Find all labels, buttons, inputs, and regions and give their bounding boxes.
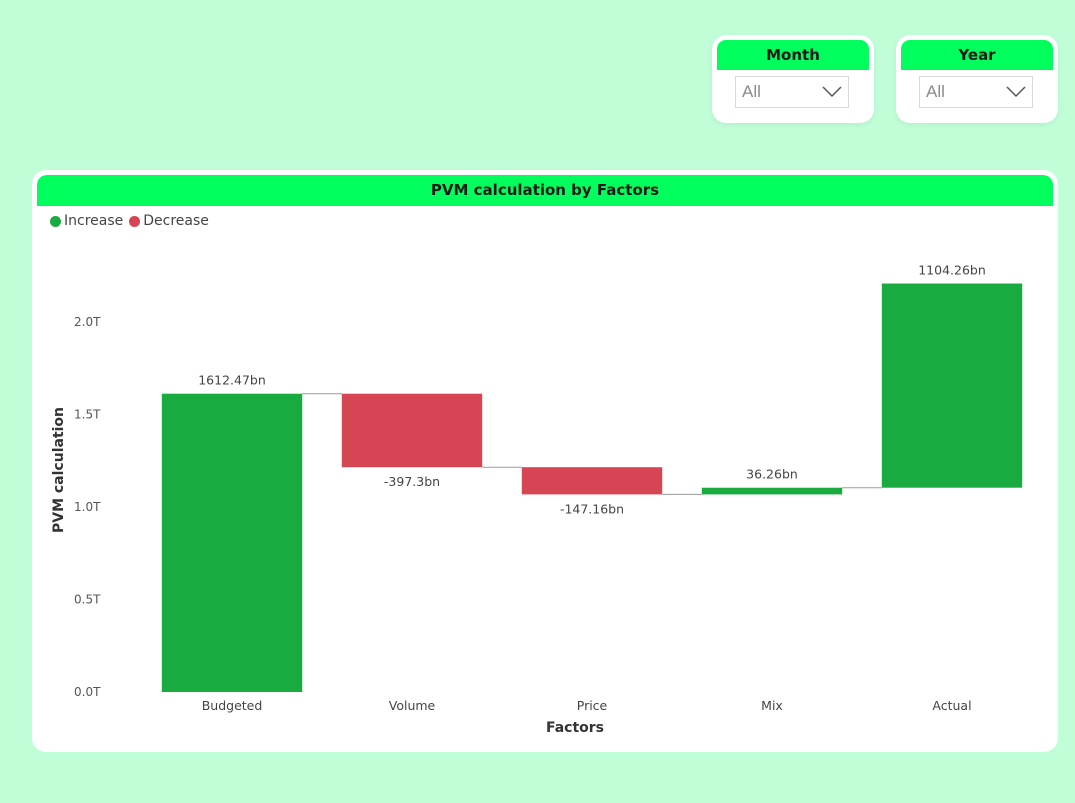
year-slicer-title: Year — [901, 40, 1053, 70]
month-slicer-title: Month — [717, 40, 869, 70]
month-dropdown-value: All — [742, 82, 761, 101]
x-tick-label: Actual — [932, 698, 971, 713]
x-tick-label: Price — [577, 698, 608, 713]
month-slicer: Month All — [712, 35, 874, 123]
waterfall-chart-card: PVM calculation by Factors Increase Decr… — [32, 170, 1058, 752]
waterfall-chart: 0.0T 0.5T 1.0T 1.5T 2.0T PVM calculation Facto… — [51, 263, 1023, 736]
data-label: -397.3bn — [384, 474, 440, 489]
y-tick-label: 0.0T — [74, 685, 101, 699]
year-dropdown[interactable]: All — [919, 76, 1033, 108]
y-tick-label: 1.0T — [74, 500, 101, 514]
bar-budgeted[interactable] — [161, 393, 303, 692]
bar-volume[interactable] — [341, 393, 483, 468]
chevron-down-icon — [1006, 86, 1026, 98]
x-tick-label: Budgeted — [202, 698, 263, 713]
y-tick-label: 2.0T — [74, 315, 101, 329]
x-tick-label: Mix — [761, 698, 783, 713]
data-label: -147.16bn — [560, 501, 624, 516]
data-label: 1612.47bn — [198, 373, 266, 388]
x-tick-label: Volume — [389, 698, 436, 713]
y-axis-title: PVM calculation — [51, 407, 67, 533]
bar-price[interactable] — [521, 467, 663, 495]
bar-mix[interactable] — [701, 487, 843, 495]
year-dropdown-value: All — [926, 82, 945, 101]
x-axis-title: Factors — [546, 720, 604, 736]
data-label: 1104.26bn — [918, 263, 986, 278]
bar-actual[interactable] — [881, 283, 1023, 488]
month-dropdown[interactable]: All — [735, 76, 849, 108]
year-slicer: Year All — [896, 35, 1058, 123]
y-tick-label: 1.5T — [74, 408, 101, 422]
y-tick-label: 0.5T — [74, 593, 101, 607]
data-label: 36.26bn — [746, 467, 798, 482]
chevron-down-icon — [822, 86, 842, 98]
